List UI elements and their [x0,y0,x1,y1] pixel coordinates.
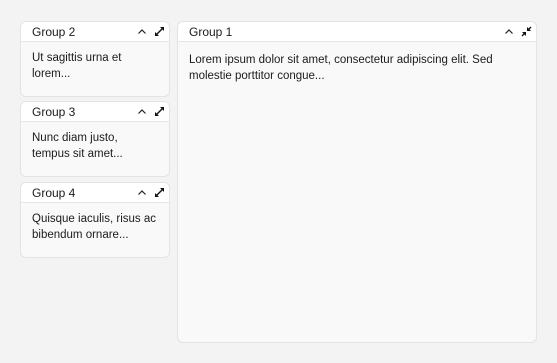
chevron-up-icon[interactable] [135,105,149,119]
group-header-2[interactable]: Group 2 [21,22,169,42]
group-header-3[interactable]: Group 3 [21,102,169,122]
collapse-arrows-icon[interactable] [519,25,533,39]
group-body-4: Quisque iaculis, risus ac bibendum ornar… [32,213,156,241]
group-body-1: Lorem ipsum dolor sit amet, consectetur … [189,54,493,82]
expand-arrows-icon[interactable] [152,105,166,119]
chevron-up-icon[interactable] [135,25,149,39]
group-panel-1: Group 1 Lorem ipsum dolor sit amet, cons… [177,21,537,343]
group-panel-4: Group 4 Quisque iaculis, risus ac bibend… [20,182,170,258]
group-panel-3: Group 3 Nunc diam justo, tempus sit amet… [20,101,170,177]
expand-arrows-icon[interactable] [152,186,166,200]
group-body-3: Nunc diam justo, tempus sit amet... [32,132,123,160]
expand-arrows-icon[interactable] [152,25,166,39]
group-header-1[interactable]: Group 1 [178,22,536,42]
group-panel-2: Group 2 Ut sagittis urna et lorem... [20,21,170,97]
chevron-up-icon[interactable] [502,25,516,39]
group-title-3: Group 3 [32,104,76,119]
group-title-2: Group 2 [32,24,76,39]
group-title-1: Group 1 [189,24,233,39]
group-title-4: Group 4 [32,185,76,200]
chevron-up-icon[interactable] [135,186,149,200]
group-body-2: Ut sagittis urna et lorem... [32,52,122,80]
tile-layout: Group 2 Ut sagittis urna et lorem... Gro… [0,0,557,363]
group-header-4[interactable]: Group 4 [21,183,169,203]
